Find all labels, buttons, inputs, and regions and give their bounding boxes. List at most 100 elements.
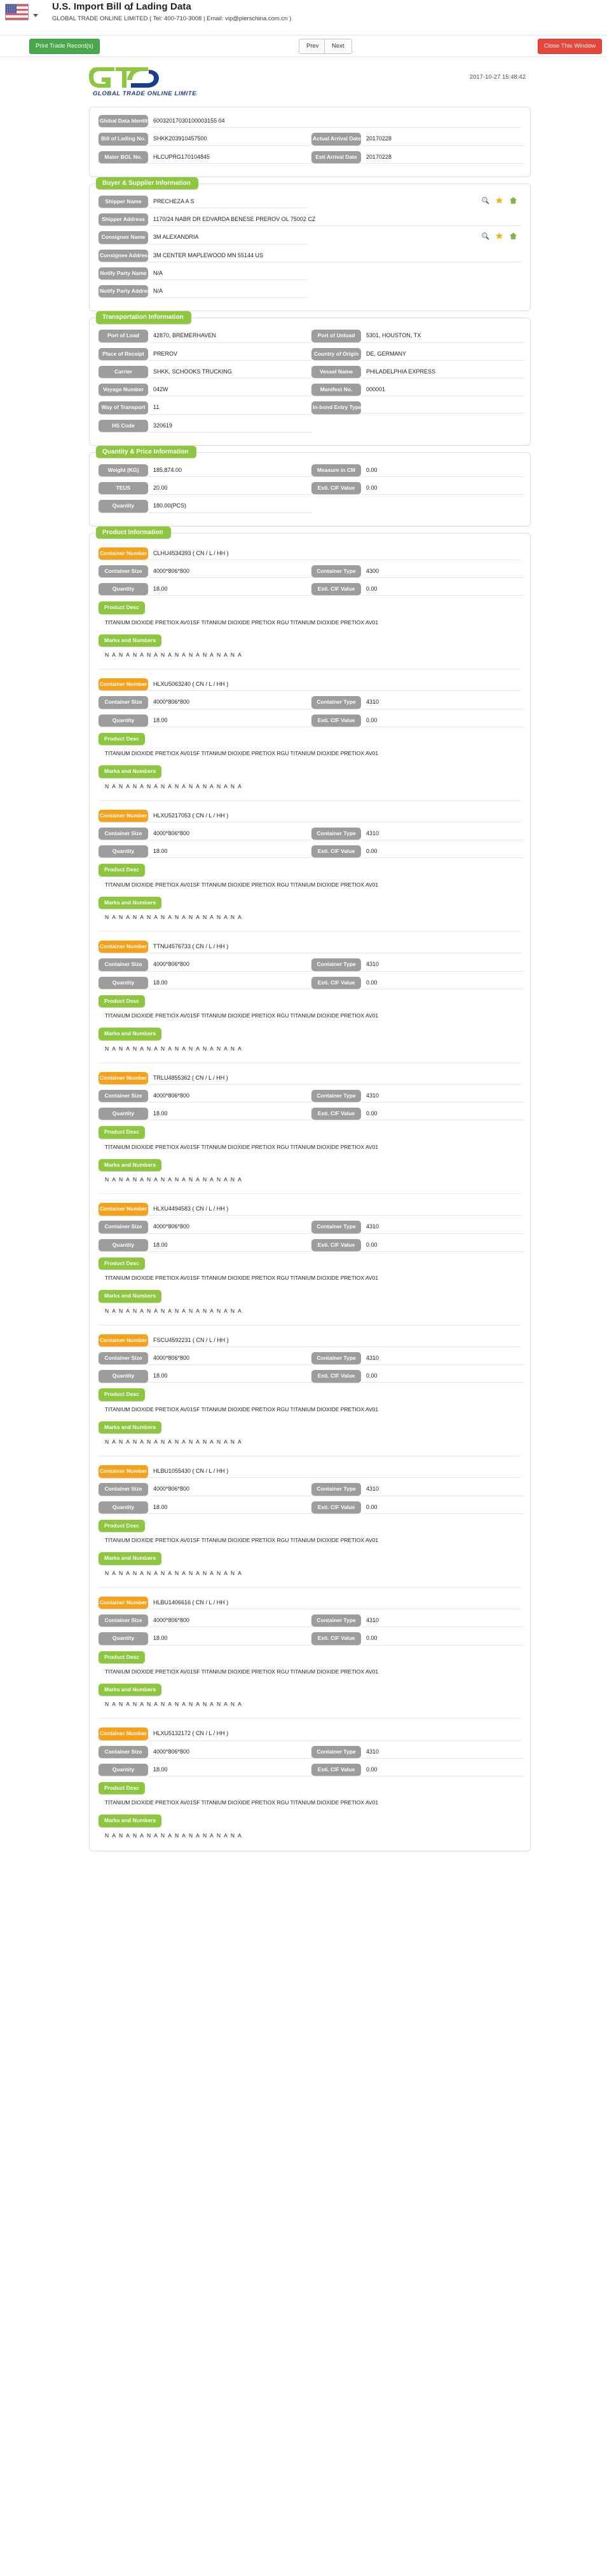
quantity-price-legend: Quantity & Price Information [96, 445, 196, 459]
print-trade-records-button[interactable]: Print Trade Record(s) [29, 39, 100, 54]
field-row: Quantity 18.00 Esti. CIF Value 0.00 [99, 1501, 524, 1514]
shipper-address-value: 1170/24 NABR DR EDVARDA BENESE PREROV OL… [148, 214, 521, 227]
buyer-supplier-legend: Buyer & Supplier Information [96, 177, 198, 190]
esti-cif-value-value: 0.00 [361, 483, 524, 495]
close-window-button[interactable]: Close This Window [537, 39, 602, 54]
container-number-value: HLXU5132172 ( CN / L / HH ) [148, 1728, 521, 1741]
bill-of-lading-no-value: SHKK203910457500 [148, 133, 311, 146]
marks-and-numbers-heading: Marks and Numbers [99, 1814, 521, 1827]
field-row: Container Number HLXU5217053 ( CN / L / … [99, 809, 521, 822]
search-icon[interactable] [481, 232, 489, 240]
container-quantity-label: Quantity [99, 1108, 148, 1120]
title-chevron-down-icon[interactable] [128, 8, 132, 11]
container-number-value: HLXU4494583 ( CN / L / HH ) [148, 1204, 521, 1216]
marks-and-numbers-label: Marks and Numbers [99, 1028, 162, 1040]
field-row: Global Data Identity 6003201703010000315… [99, 115, 521, 128]
container-esti-cif-value: 0.00 [361, 1371, 524, 1383]
container-quantity-value: 18.00 [148, 1371, 311, 1383]
marks-and-numbers-text: N A N A N A N A N A N A N A N A N A N A [105, 1307, 243, 1314]
star-icon[interactable] [495, 196, 503, 205]
product-information-legend: Product Information [96, 526, 171, 539]
document-header: GLOBAL TRADE ONLINE LIMITED 2017-10-27 1… [0, 57, 607, 100]
hs-code-label: HS Code [99, 419, 148, 432]
product-desc-label: Product Desc [99, 1651, 145, 1663]
container-number-value: CLHU4534393 ( CN / L / HH ) [148, 548, 521, 560]
container-quantity-label: Quantity [99, 714, 148, 727]
container-number-label: Container Number [99, 1596, 148, 1609]
home-icon[interactable] [509, 196, 517, 205]
product-desc-label: Product Desc [99, 601, 145, 614]
container-quantity-label: Quantity [99, 976, 148, 989]
way-of-transport-value: 11 [148, 402, 311, 415]
container-size-value: 4000*806*800 [148, 1353, 311, 1365]
marks-and-numbers-label: Marks and Numbers [99, 1421, 162, 1434]
product-desc-label: Product Desc [99, 1126, 145, 1139]
container-esti-cif-label: Esti. CIF Value [311, 1238, 361, 1251]
field-row: Quantity 18.00 Esti. CIF Value 0.00 [99, 1238, 524, 1252]
container-quantity-value: 18.00 [148, 1502, 311, 1514]
product-desc-heading: Product Desc [99, 1519, 521, 1533]
actual-arrival-date-value: 20170228 [361, 133, 524, 146]
flag-chevron-down-icon[interactable] [33, 14, 38, 17]
star-icon[interactable] [495, 232, 503, 240]
marks-and-numbers-heading: Marks and Numbers [99, 896, 521, 909]
product-container-item: Container Number CLHU4534393 ( CN / L / … [99, 545, 524, 663]
gto-logo: GLOBAL TRADE ONLINE LIMITED [89, 64, 197, 98]
field-row: Container Size 4000*806*800 Container Ty… [99, 958, 524, 972]
container-number-label: Container Number [99, 1334, 148, 1347]
container-type-value: 4310 [361, 828, 524, 841]
next-button[interactable]: Next [324, 39, 352, 54]
product-desc-heading: Product Desc [99, 1125, 521, 1139]
home-icon[interactable] [509, 232, 517, 240]
field-row: Quantity 18.00 Esti. CIF Value 0.00 [99, 1763, 524, 1777]
shipper-name-label: Shipper Name [99, 195, 148, 208]
teus-value: 20.00 [148, 483, 311, 495]
marks-and-numbers-heading: Marks and Numbers [99, 765, 521, 778]
field-row: Weight (KG) 185,874.00 Measure in CM 0.0… [99, 464, 524, 477]
measure-in-cm-label: Measure in CM [311, 464, 361, 477]
voyage-number-label: Voyage Number [99, 384, 148, 396]
product-desc-heading: Product Desc [99, 995, 521, 1008]
field-row: Container Size 4000*806*800 Container Ty… [99, 1745, 524, 1759]
marks-and-numbers-heading: Marks and Numbers [99, 1552, 521, 1565]
field-row: Container Size 4000*806*800 Container Ty… [99, 1483, 524, 1496]
field-row: Place of Receipt PREROV Country of Origi… [99, 347, 524, 361]
container-esti-cif-label: Esti. CIF Value [311, 583, 361, 596]
container-esti-cif-label: Esti. CIF Value [311, 1501, 361, 1514]
transportation-legend: Transportation Information [96, 311, 191, 324]
vessel-name-value: PHILADELPHIA EXPRESS [361, 366, 524, 379]
product-container-item: Container Number HLXU5132172 ( CN / L / … [99, 1718, 524, 1843]
marks-and-numbers-label: Marks and Numbers [99, 1158, 162, 1172]
field-row: HS Code 320619 [99, 419, 521, 433]
weight-kg-label: Weight (KG) [99, 464, 148, 477]
marks-and-numbers-heading: Marks and Numbers [99, 1421, 521, 1434]
page-title: U.S. Import Bill of Lading Data [52, 1, 191, 12]
field-row: Mater BOL No. HLCUPRG170104845 Esti Arri… [99, 151, 524, 164]
field-row: Quantity 180.00(PCS) [99, 500, 521, 513]
container-esti-cif-label: Esti. CIF Value [311, 1632, 361, 1645]
product-information-panel: Product Information Container Number CLH… [89, 526, 531, 1851]
container-quantity-value: 18.00 [148, 977, 311, 989]
teus-label: TEUS [99, 482, 148, 495]
container-quantity-label: Quantity [99, 1370, 148, 1383]
product-desc-heading: Product Desc [99, 1781, 521, 1795]
marks-and-numbers-heading: Marks and Numbers [99, 1683, 521, 1696]
container-number-value: HLXU5217053 ( CN / L / HH ) [148, 810, 521, 822]
field-row: Quantity 18.00 Esti. CIF Value 0.00 [99, 1108, 524, 1121]
notify-party-name-value: N/A [148, 268, 307, 280]
marks-and-numbers-text: N A N A N A N A N A N A N A N A N A N A [105, 782, 243, 789]
product-desc-text: TITANIUM DIOXIDE PRETIOX AV01SF TITANIUM… [105, 1668, 379, 1675]
container-esti-cif-label: Esti. CIF Value [311, 845, 361, 858]
manifest-no-label: Manifest No. [311, 384, 361, 396]
container-size-label: Container Size [99, 1745, 148, 1758]
marks-and-numbers-heading: Marks and Numbers [99, 1289, 521, 1303]
quantity-price-panel: Quantity & Price Information Weight (KG)… [89, 445, 531, 527]
search-icon[interactable] [481, 196, 489, 205]
product-desc-label: Product Desc [99, 1388, 145, 1401]
transportation-panel: Transportation Information Port of Load … [89, 311, 531, 446]
container-esti-cif-label: Esti. CIF Value [311, 1370, 361, 1383]
container-quantity-label: Quantity [99, 1501, 148, 1514]
voyage-number-value: 042W [148, 384, 311, 397]
container-type-value: 4300 [361, 566, 524, 578]
prev-button[interactable]: Prev [299, 39, 327, 54]
